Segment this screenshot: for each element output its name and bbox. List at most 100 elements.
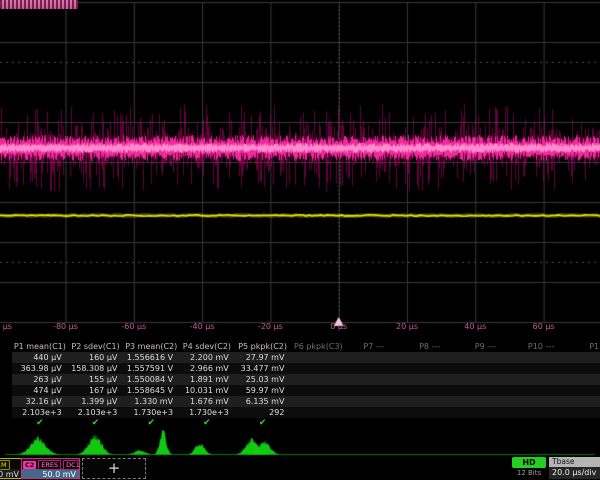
param-value xyxy=(458,396,514,407)
param-value xyxy=(290,407,346,418)
param-value xyxy=(346,352,402,363)
param-value xyxy=(513,407,569,418)
param-value xyxy=(569,374,600,385)
c1-coupling-tag: DC1M xyxy=(0,460,10,470)
param-value: 32.16 µV xyxy=(12,396,68,407)
timebase-tick-label: -60 µs xyxy=(121,322,146,332)
param-value xyxy=(458,363,514,374)
param-status-check: ✔ xyxy=(179,418,235,429)
param-value: 1.556616 V xyxy=(123,352,179,363)
c2-scale-value: 50.0 mV xyxy=(22,469,79,479)
param-value xyxy=(569,396,600,407)
param-value xyxy=(458,407,514,418)
param-value xyxy=(346,407,402,418)
param-status-check: ✔ xyxy=(235,418,291,429)
param-value xyxy=(402,352,458,363)
param-value: 292 xyxy=(235,407,291,418)
param-status-check: ✔ xyxy=(123,418,179,429)
timebase-descriptor[interactable]: Tbase 20.0 µs/div xyxy=(549,457,600,479)
param-status-check xyxy=(346,418,402,429)
param-header[interactable]: P10 --- xyxy=(513,341,569,352)
param-value: 1.558645 V xyxy=(123,385,179,396)
param-value: 474 µV xyxy=(12,385,68,396)
param-value: 160 µV xyxy=(68,352,124,363)
param-value xyxy=(402,396,458,407)
param-header[interactable]: P5 pkpk(C2) xyxy=(235,341,291,352)
param-value: 33.477 mV xyxy=(235,363,291,374)
timebase-tick-label: -40 µs xyxy=(190,322,215,332)
param-value: 155 µV xyxy=(68,374,124,385)
param-value xyxy=(346,396,402,407)
param-value xyxy=(346,363,402,374)
param-value: 1.399 µV xyxy=(68,396,124,407)
timebase-tick-label: -20 µs xyxy=(258,322,283,332)
timebase-tick-label: -100 µs xyxy=(0,322,12,332)
hd-mode-badge[interactable]: HD xyxy=(512,457,546,468)
param-value xyxy=(513,385,569,396)
param-value: 1.730e+3 xyxy=(179,407,235,418)
c1-scale-value: 50.0 mV xyxy=(0,469,22,479)
timebase-tick-label: 60 µs xyxy=(533,322,555,332)
timebase-tick-label: -80 µs xyxy=(53,322,78,332)
hd-bits-label: 12 Bits xyxy=(506,469,552,477)
param-value: 2.200 mV xyxy=(179,352,235,363)
param-header[interactable]: P8 --- xyxy=(402,341,458,352)
param-status-check: ✔ xyxy=(68,418,124,429)
param-value xyxy=(513,363,569,374)
param-value: 1.330 mV xyxy=(123,396,179,407)
param-status-check xyxy=(513,418,569,429)
param-value xyxy=(513,374,569,385)
param-status-check xyxy=(290,418,346,429)
param-header[interactable]: P11 xyxy=(569,341,600,352)
timebase-label: Tbase xyxy=(549,457,600,467)
timebase-value: 20.0 µs/div xyxy=(549,467,600,479)
param-value xyxy=(402,363,458,374)
param-value xyxy=(569,352,600,363)
add-trace-button[interactable]: + xyxy=(82,458,146,479)
param-value xyxy=(569,363,600,374)
measure-table: P1 mean(C1)P2 sdev(C1)P3 mean(C2)P4 sdev… xyxy=(12,341,600,429)
c2-coupling-tag: DC1M xyxy=(63,460,80,470)
param-value xyxy=(569,407,600,418)
status-badge xyxy=(0,0,78,9)
param-value xyxy=(346,385,402,396)
param-value xyxy=(290,352,346,363)
param-value: 263 µV xyxy=(12,374,68,385)
param-value: 2.966 mV xyxy=(179,363,235,374)
timebase-tick-label: 40 µs xyxy=(464,322,486,332)
param-value: 10.031 mV xyxy=(179,385,235,396)
param-value: 440 µV xyxy=(12,352,68,363)
param-value: 167 µV xyxy=(68,385,124,396)
channel-c2-descriptor[interactable]: C2 ERES DC1M 50.0 mV xyxy=(21,458,80,479)
c2-label: C2 xyxy=(23,461,36,469)
param-value: 2.103e+3 xyxy=(12,407,68,418)
param-status-check: ✔ xyxy=(12,418,68,429)
param-value: 2.103e+3 xyxy=(68,407,124,418)
param-value xyxy=(402,407,458,418)
param-value: 27.97 mV xyxy=(235,352,291,363)
param-header[interactable]: P7 --- xyxy=(346,341,402,352)
param-value: 25.03 mV xyxy=(235,374,291,385)
param-header[interactable]: P2 sdev(C1) xyxy=(68,341,124,352)
param-header[interactable]: P9 --- xyxy=(458,341,514,352)
param-value: 1.730e+3 xyxy=(123,407,179,418)
param-value: 1.676 mV xyxy=(179,396,235,407)
param-value xyxy=(290,396,346,407)
param-value xyxy=(513,352,569,363)
channel-c1-descriptor[interactable]: C1 DC1M 50.0 mV xyxy=(0,458,23,479)
c2-eres-tag: ERES xyxy=(38,460,61,470)
param-header[interactable]: P6 pkpk(C3) xyxy=(290,341,346,352)
param-value xyxy=(458,385,514,396)
param-header[interactable]: P4 sdev(C2) xyxy=(179,341,235,352)
param-value xyxy=(402,385,458,396)
param-value xyxy=(458,352,514,363)
param-status-check xyxy=(569,418,600,429)
param-value xyxy=(569,385,600,396)
param-value: 1.557591 V xyxy=(123,363,179,374)
param-header[interactable]: P1 mean(C1) xyxy=(12,341,68,352)
param-status-check xyxy=(458,418,514,429)
param-header[interactable]: P3 mean(C2) xyxy=(123,341,179,352)
param-value xyxy=(402,374,458,385)
param-value xyxy=(290,374,346,385)
param-value xyxy=(290,363,346,374)
